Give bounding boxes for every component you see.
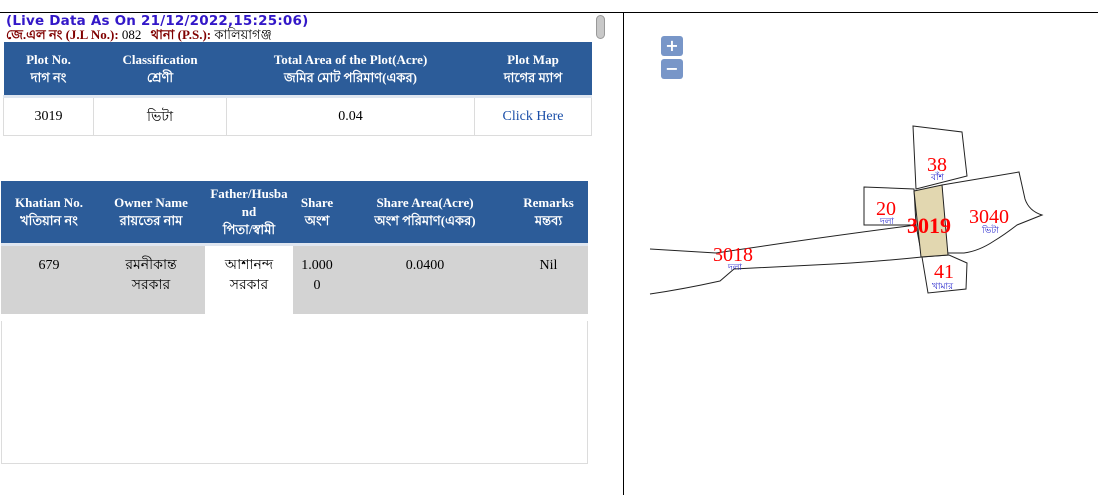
jl-value: 082 [121,27,142,42]
col-header-total-area: Total Area of the Plot(Acre) জমির মোট পর… [226,42,475,98]
plot-details-table: Plot No. দাগ নং Classification শ্রেণী To… [3,42,592,136]
col-header-share-area-bn: অংশ পরিমাণ(একর) [374,213,476,228]
scrollbar-thumb[interactable] [596,15,605,39]
plot-class-38: বাঁশ [930,171,945,183]
col-header-plot-no: Plot No. দাগ নং [3,42,94,98]
col-header-remarks-bn: মন্তব্য [534,213,563,228]
owner-details-table: Khatian No. খতিয়ান নং Owner Name রায়তে… [1,181,588,314]
col-header-owner-name-bn: রায়তের নাম [119,213,183,228]
col-header-remarks-en: Remarks [523,195,574,210]
col-header-owner-name: Owner Name রায়তের নাম [97,181,205,246]
col-header-classification-bn: শ্রেণী [146,69,174,85]
cell-plot-no: 3019 [3,96,94,136]
cell-share-area: 0.0400 [341,244,509,314]
table-empty-area [1,321,588,464]
col-header-khatian-no: Khatian No. খতিয়ান নং [1,181,97,246]
col-header-share-area-en: Share Area(Acre) [376,195,474,210]
col-header-classification: Classification শ্রেণী [93,42,227,98]
col-header-father-husband-en: Father/Husband [210,186,288,219]
plot-label-3019: 3019 [907,213,951,238]
col-header-plot-no-en: Plot No. [26,51,71,67]
plot-class-3018: দলা [727,263,742,273]
col-header-father-husband: Father/Husband পিতা/স্বামী [205,181,293,246]
plot-map[interactable]: 38 বাঁশ 20 দলা 3019 3040 ভিটা 3018 দলা 4… [624,13,1098,495]
plot-boundary-3018 [649,224,923,295]
plot-info-panel: (Live Data As On 21/12/2022,15:25:06) জে… [0,13,620,495]
plot-label-41: 41 [934,261,954,283]
zoom-out-button[interactable]: − [661,59,683,79]
cell-owner-name: রমনীকান্ত সরকার [97,244,205,314]
col-header-khatian-no-bn: খতিয়ান নং [20,213,78,228]
ps-label: থানা (P.S.): [150,27,212,42]
col-header-owner-name-en: Owner Name [114,195,188,210]
col-header-share-area: Share Area(Acre) অংশ পরিমাণ(একর) [341,181,509,246]
map-canvas[interactable]: 38 বাঁশ 20 দলা 3019 3040 ভিটা 3018 দলা 4… [624,13,1098,495]
col-header-plot-no-bn: দাগ নং [30,69,67,85]
plot-class-20: দলা [879,217,894,227]
cell-share: 1.0000 [293,244,341,314]
cell-total-area: 0.04 [226,96,475,136]
col-header-khatian-no-en: Khatian No. [15,195,83,210]
col-header-share-en: Share [300,195,334,210]
plot-class-41: খামার [932,282,954,292]
cell-classification: ভিটা [93,96,227,136]
col-header-total-area-bn: জমির মোট পরিমাণ(একর) [284,69,417,85]
plot-map-link[interactable]: Click Here [474,96,592,136]
ps-value: কালিয়াগঞ্জ [214,27,272,42]
col-header-plot-map-bn: দাগের ম্যাপ [503,69,563,85]
owner-table-header-row: Khatian No. খতিয়ান নং Owner Name রায়তে… [1,181,588,246]
cell-remarks: Nil [509,244,588,314]
col-header-plot-map-en: Plot Map [507,51,559,67]
table-row: 679 রমনীকান্ত সরকার আশানন্দ সরকার 1.0000… [1,244,588,314]
zoom-in-button[interactable]: + [661,36,683,56]
plot-label-3040: 3040 [969,206,1009,228]
col-header-classification-en: Classification [122,51,198,67]
plot-labels: 38 বাঁশ 20 দলা 3019 3040 ভিটা 3018 দলা 4… [713,154,1009,292]
col-header-total-area-en: Total Area of the Plot(Acre) [273,51,428,67]
col-header-share-bn: অংশ [304,213,330,228]
col-header-remarks: Remarks মন্তব্য [509,181,588,246]
plot-table-header-row: Plot No. দাগ নং Classification শ্রেণী To… [3,42,592,98]
col-header-share: Share অংশ [293,181,341,246]
jl-label: জে.এল নং (J.L No.): [6,27,119,42]
table-row: 3019 ভিটা 0.04 Click Here [3,96,592,136]
cell-father-husband: আশানন্দ সরকার [205,244,293,314]
cell-khatian-no: 679 [1,244,97,314]
col-header-father-husband-bn: পিতা/স্বামী [222,222,276,237]
plot-class-3040: ভিটা [981,224,999,236]
col-header-plot-map: Plot Map দাগের ম্যাপ [474,42,592,98]
